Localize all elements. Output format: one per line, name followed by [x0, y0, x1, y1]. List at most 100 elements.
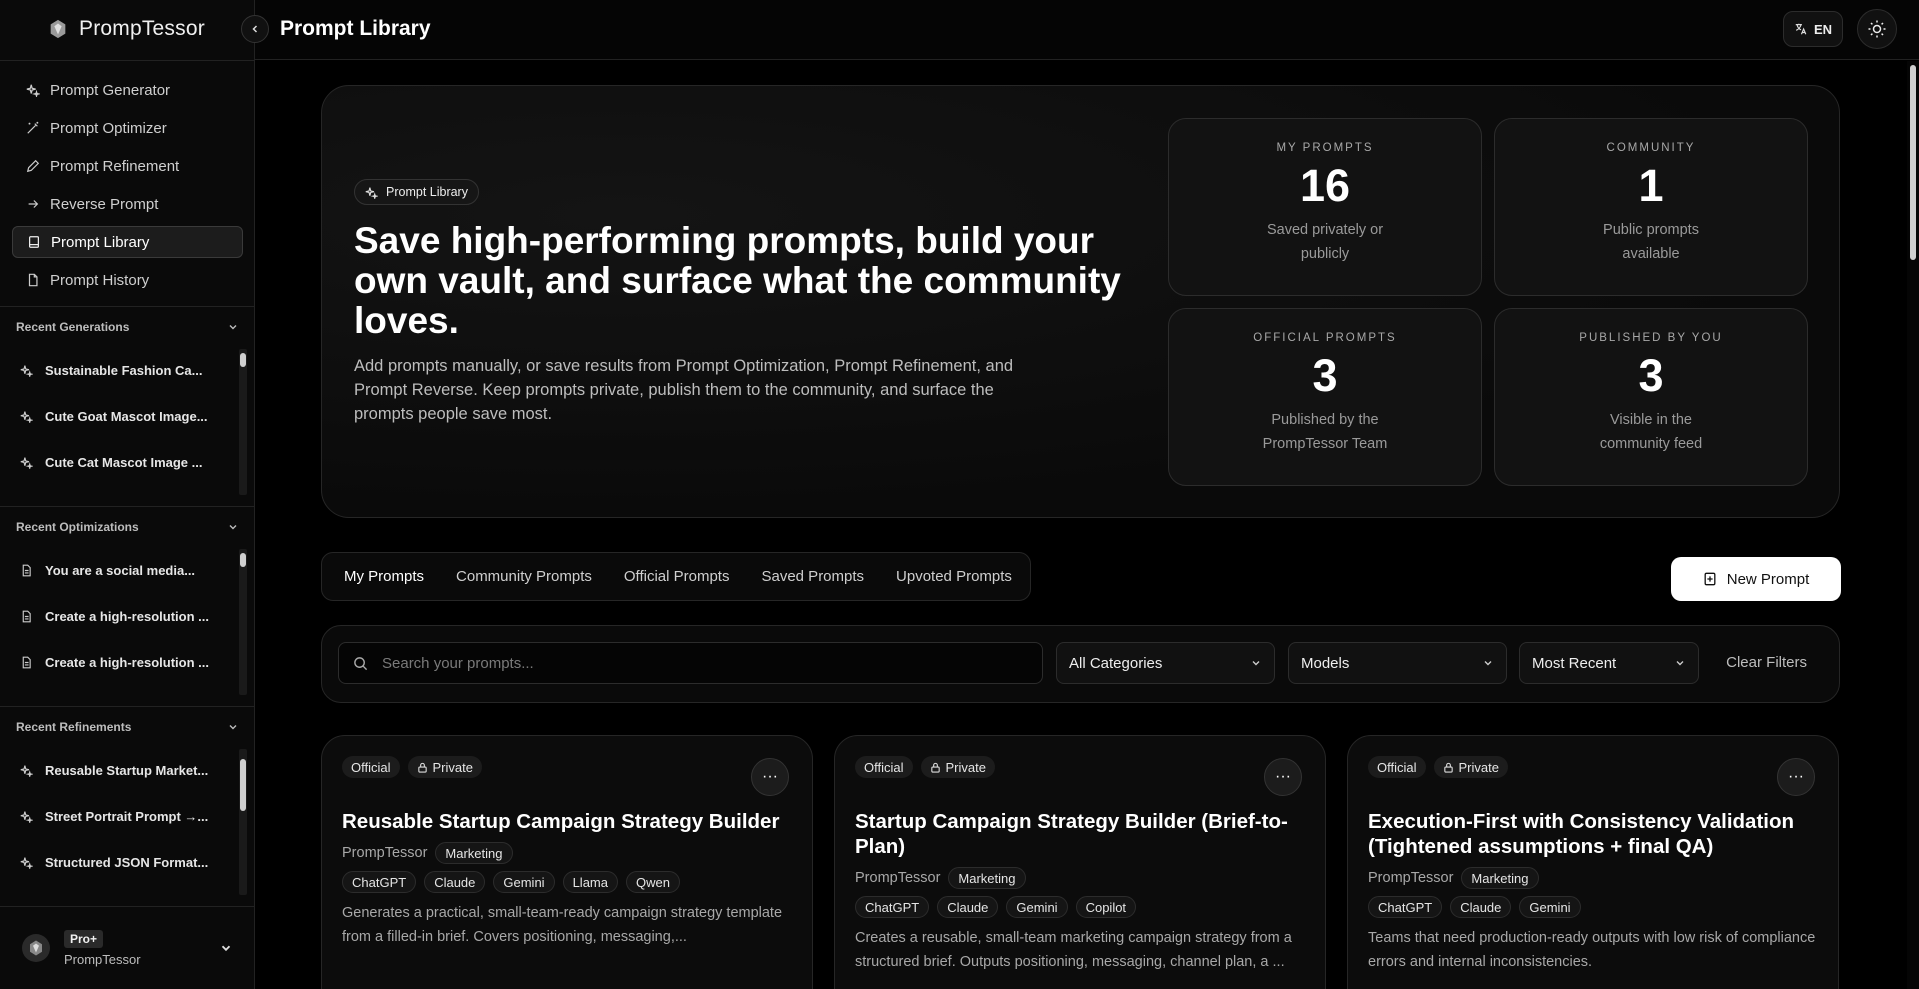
search-input[interactable] [382, 654, 982, 672]
sparkles-icon [20, 364, 33, 377]
list-item[interactable]: You are a social media... [0, 547, 255, 593]
stat-value: 3 [1638, 350, 1664, 401]
section-header[interactable]: Recent Optimizations [0, 507, 255, 547]
official-badge: Official [855, 756, 913, 778]
sparkles-icon [26, 83, 40, 97]
list-item[interactable]: Cute Goat Mascot Image... [0, 393, 255, 439]
sort-select[interactable]: Most Recent [1519, 642, 1699, 684]
card-menu-button[interactable]: ··· [1264, 758, 1302, 796]
nav-label: Prompt Optimizer [50, 119, 167, 137]
sparkles-icon [365, 186, 378, 199]
stat-description: Public prompts available [1603, 222, 1699, 262]
chevron-down-icon [1484, 661, 1492, 666]
list-item-label: Street Portrait Prompt →... [45, 808, 209, 824]
recent-refinements-section: Recent Refinements Reusable Startup Mark… [0, 706, 255, 897]
privacy-badge: Private [1433, 756, 1508, 778]
card-author: PrompTessor [855, 870, 941, 886]
nav-label: Prompt History [50, 271, 150, 289]
section-title: Recent Refinements [16, 720, 132, 734]
model-tag: ChatGPT [855, 896, 930, 918]
library-tabs: My Prompts Community Prompts Official Pr… [321, 552, 1031, 601]
list-item[interactable]: Street Portrait Prompt →... [0, 793, 255, 839]
list-item[interactable]: Create a high-resolution ... [0, 639, 255, 685]
sparkles-icon [20, 810, 33, 823]
tab-community-prompts[interactable]: Community Prompts [440, 552, 608, 601]
stat-label: PUBLISHED BY YOU [1579, 332, 1723, 344]
section-header[interactable]: Recent Generations [0, 307, 255, 347]
section-header[interactable]: Recent Refinements [0, 707, 255, 747]
section-title: Recent Generations [16, 320, 130, 334]
model-tag: ChatGPT [1368, 896, 1443, 918]
hero-panel: Prompt Library Save high-performing prom… [321, 85, 1840, 518]
recent-optimizations-section: Recent Optimizations You are a social me… [0, 506, 255, 697]
section-title: Recent Optimizations [16, 520, 139, 534]
card-menu-button[interactable]: ··· [1777, 758, 1815, 796]
list-item[interactable]: Create a high-resolution ... [0, 593, 255, 639]
lock-icon [417, 762, 427, 773]
section-scrollbar[interactable] [239, 749, 247, 895]
category-tag: Marketing [435, 842, 513, 864]
model-tag: Copilot [1075, 896, 1137, 918]
brand[interactable]: PrompTessor [47, 16, 205, 42]
main-scrollbar[interactable] [1907, 61, 1919, 989]
new-prompt-button[interactable]: New Prompt [1671, 557, 1841, 601]
tab-my-prompts[interactable]: My Prompts [328, 552, 440, 601]
file-icon [26, 273, 40, 287]
hero-pill-label: Prompt Library [386, 185, 468, 199]
plan-badge: Pro+ [64, 929, 104, 948]
list-item[interactable]: Cute Cat Mascot Image ... [0, 439, 255, 485]
card-description: Teams that need production-ready outputs… [1368, 930, 1816, 970]
theme-toggle-button[interactable] [1857, 9, 1897, 49]
list-item-label: Create a high-resolution ... [45, 654, 209, 670]
tab-official-prompts[interactable]: Official Prompts [608, 552, 746, 601]
card-title: Startup Campaign Strategy Builder (Brief… [855, 810, 1288, 858]
stat-description: Saved privately or publicly [1266, 222, 1384, 262]
list-item[interactable]: Sustainable Fashion Ca... [0, 347, 255, 393]
hero-title: Save high-performing prompts, build your… [354, 220, 1121, 341]
nav-item-prompt-optimizer[interactable]: Prompt Optimizer [12, 112, 243, 144]
list-item[interactable]: Structured JSON Format... [0, 839, 255, 885]
sparkles-icon [20, 410, 33, 423]
document-icon [22, 610, 31, 622]
lock-icon [930, 762, 940, 773]
nav-item-prompt-library[interactable]: Prompt Library [12, 226, 243, 258]
file-plus-icon [1704, 572, 1716, 586]
nav-item-reverse-prompt[interactable]: Reverse Prompt [12, 188, 243, 220]
tab-saved-prompts[interactable]: Saved Prompts [745, 552, 880, 601]
nav-label: Prompt Refinement [50, 157, 180, 175]
prompt-card[interactable]: Official Private ··· Startup Campaign St… [834, 735, 1326, 989]
nav-item-prompt-history[interactable]: Prompt History [12, 264, 243, 296]
language-button[interactable]: EN [1783, 11, 1843, 47]
model-tag: Claude [424, 871, 486, 893]
nav-item-prompt-refinement[interactable]: Prompt Refinement [12, 150, 243, 182]
list-item[interactable]: Reusable Startup Market... [0, 747, 255, 793]
card-menu-button[interactable]: ··· [751, 758, 789, 796]
model-tag: Qwen [626, 871, 680, 893]
clear-filters-button[interactable]: Clear Filters [1726, 654, 1807, 671]
card-title: Execution-First with Consistency Validat… [1368, 810, 1795, 858]
section-scrollbar[interactable] [239, 549, 247, 695]
models-select[interactable]: Models [1288, 642, 1507, 684]
privacy-badge: Private [920, 756, 995, 778]
prompt-card[interactable]: Official Private ··· Execution-First wit… [1347, 735, 1839, 989]
translate-icon [1795, 23, 1807, 35]
user-menu[interactable]: Pro+ PrompTessor [0, 906, 255, 989]
tab-upvoted-prompts[interactable]: Upvoted Prompts [880, 552, 1028, 601]
section-scrollbar[interactable] [239, 349, 247, 495]
collapse-sidebar-button[interactable] [241, 15, 269, 43]
sparkles-icon [20, 856, 33, 869]
privacy-badge: Private [407, 756, 482, 778]
more-icon: ··· [1788, 768, 1804, 785]
sparkles-icon [20, 456, 33, 469]
nav-item-prompt-generator[interactable]: Prompt Generator [12, 74, 243, 106]
chevron-down-icon [229, 525, 237, 530]
model-tag: Llama [562, 871, 618, 893]
prompt-card[interactable]: Official Private ··· Reusable Startup Ca… [321, 735, 813, 989]
stat-value: 3 [1312, 350, 1338, 401]
category-select[interactable]: All Categories [1056, 642, 1275, 684]
search-icon [354, 656, 368, 670]
stat-value: 1 [1638, 160, 1664, 211]
new-prompt-label: New Prompt [1726, 570, 1810, 588]
sun-icon [1868, 20, 1886, 38]
brand-logo-icon [50, 19, 66, 39]
